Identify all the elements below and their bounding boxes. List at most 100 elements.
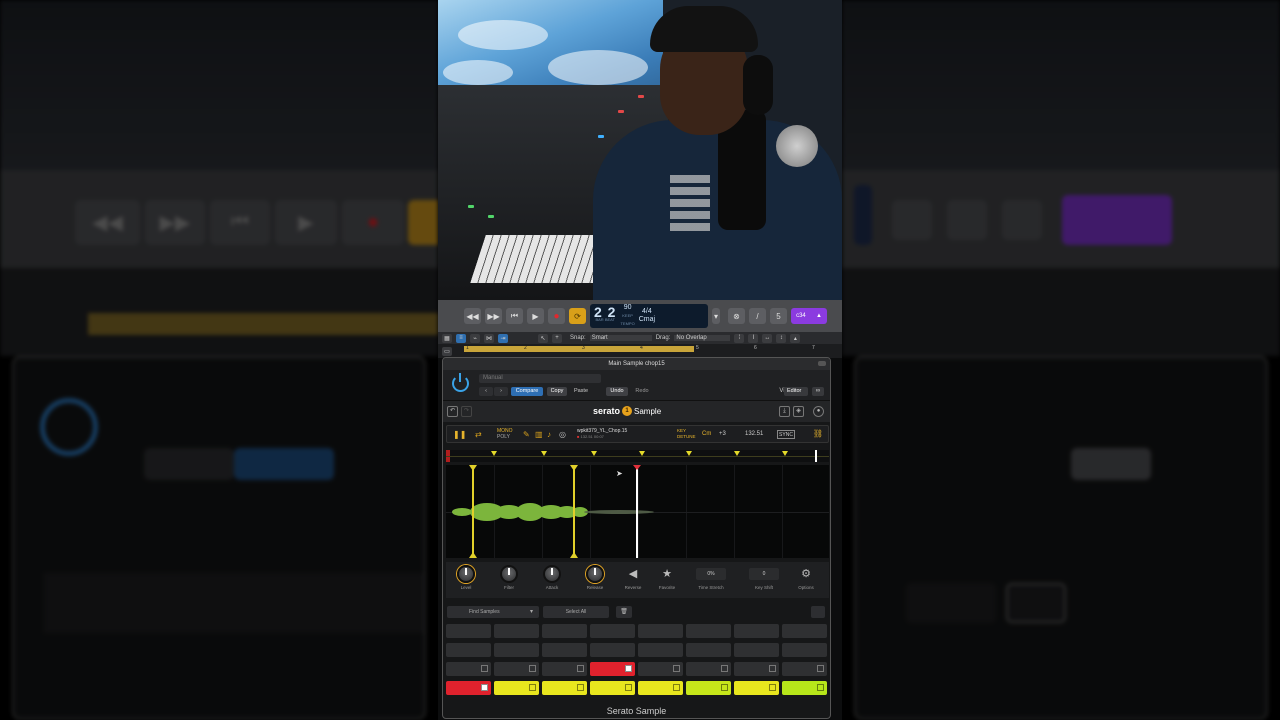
link-chain-icon[interactable]: ⛓ [813, 429, 823, 438]
tuner-icon[interactable]: ⊗ [728, 308, 745, 324]
filter-knob[interactable] [500, 565, 518, 583]
link-icon[interactable]: ∞ [812, 387, 824, 396]
redo-sample-icon[interactable]: ↷ [461, 406, 472, 417]
copy-button[interactable]: Copy [547, 387, 567, 396]
track-header-icon[interactable]: ▭ [442, 347, 452, 356]
go-to-start-icon[interactable]: ⏮ [506, 308, 523, 324]
resize-icon[interactable]: ↕ [776, 333, 787, 343]
shield-icon[interactable]: ◈ [793, 406, 804, 417]
pause-icon[interactable]: ❚❚ [453, 430, 466, 439]
pad[interactable] [734, 662, 779, 676]
cycle-region[interactable] [464, 346, 694, 352]
time-stretch-value[interactable]: 0% [696, 568, 726, 580]
select-all-button[interactable]: Select All [543, 606, 609, 618]
metronome-button[interactable]: c34 ▲ [791, 308, 827, 324]
drum-icon[interactable]: ◎ [559, 430, 566, 439]
preset-dropdown[interactable]: Manual [479, 374, 601, 383]
automation-icon[interactable]: ⌁ [470, 333, 480, 343]
flex-icon[interactable]: ⋈ [484, 333, 494, 343]
pencil-tool-icon[interactable]: ✎ [523, 430, 530, 439]
timeline-ruler[interactable]: ▭ 1 2 3 4 5 6 7 [438, 344, 842, 358]
record-icon[interactable]: ● [548, 308, 565, 324]
undo-button[interactable]: Undo [606, 387, 628, 396]
pad[interactable] [686, 643, 731, 657]
export-icon[interactable]: ⤓ [779, 406, 790, 417]
pad[interactable] [494, 624, 539, 638]
redo-button[interactable]: Redo [631, 387, 653, 396]
previous-preset-icon[interactable]: ‹ [479, 387, 493, 396]
pad[interactable] [638, 662, 683, 676]
cue-pad-3[interactable] [542, 681, 587, 695]
pointer-tool-icon[interactable]: ↖ [538, 333, 548, 343]
waveform-overview[interactable] [446, 450, 829, 462]
guitar-icon[interactable]: ♪ [547, 430, 551, 439]
pad[interactable] [638, 624, 683, 638]
user-account-icon[interactable]: ● [813, 406, 824, 417]
pad[interactable] [686, 662, 731, 676]
lcd-dropdown-icon[interactable]: ▾ [712, 308, 720, 324]
voice-mode-toggle[interactable]: MONO POLY [497, 428, 513, 440]
filter-control[interactable]: Filter [489, 565, 529, 590]
drag-dropdown[interactable]: No Overlap [674, 335, 731, 341]
pad[interactable] [590, 624, 635, 638]
pad[interactable] [734, 643, 779, 657]
pads-icon[interactable]: ▥ [535, 430, 543, 439]
snap-dropdown[interactable]: Smart [589, 335, 652, 341]
cue-point-1[interactable] [472, 465, 474, 558]
catch-icon[interactable]: ⇥ [498, 333, 508, 343]
waveform-zoom-icon[interactable]: ⁞ [734, 333, 745, 343]
pad[interactable] [686, 624, 731, 638]
key-value[interactable]: Cm [702, 431, 711, 437]
chevron-down-icon[interactable]: ▾ [530, 608, 533, 615]
bpm-value[interactable]: 132.51 [745, 431, 763, 437]
cue-pad-6[interactable] [686, 681, 731, 695]
cue-pad-1[interactable] [446, 681, 491, 695]
cue-pad-8[interactable] [782, 681, 827, 695]
horizontal-zoom-icon[interactable]: ↔ [762, 333, 773, 343]
key-shift-stepper[interactable]: 0 [749, 568, 779, 580]
pad[interactable] [782, 662, 827, 676]
pad[interactable] [638, 643, 683, 657]
cycle-loop-icon[interactable]: ⟳ [569, 308, 586, 324]
grid-icon[interactable]: ▦ [442, 333, 452, 343]
cue-pad-5[interactable] [638, 681, 683, 695]
expand-icon[interactable] [811, 606, 825, 618]
attack-control[interactable]: Attack [532, 565, 572, 590]
playback-mode-icon[interactable]: ⇄ [475, 430, 482, 439]
attack-knob[interactable] [543, 565, 561, 583]
find-samples-button[interactable]: Find Samples [447, 606, 539, 618]
favorite-control[interactable]: ★ Favorite [647, 565, 687, 590]
pad[interactable] [446, 624, 491, 638]
list-icon[interactable]: ≡ [456, 333, 466, 343]
options-control[interactable]: ⚙ Options [786, 565, 826, 590]
cue-pad-7[interactable] [734, 681, 779, 695]
play-icon[interactable]: ▶ [527, 308, 544, 324]
pad[interactable] [590, 643, 635, 657]
star-icon[interactable]: ★ [647, 565, 687, 583]
view-dropdown[interactable]: Editor [784, 387, 808, 396]
cue-pad-2[interactable] [494, 681, 539, 695]
count-in-icon[interactable]: 5 [770, 308, 787, 324]
cue-pad-4[interactable] [590, 681, 635, 695]
fast-forward-icon[interactable]: ▶▶ [485, 308, 502, 324]
gear-icon[interactable]: ⚙ [786, 565, 826, 583]
pad[interactable] [494, 662, 539, 676]
secondary-tool-icon[interactable]: + [552, 333, 562, 343]
pad-active[interactable] [590, 662, 635, 676]
release-knob[interactable] [586, 565, 604, 583]
rewind-icon[interactable]: ◀◀ [464, 308, 481, 324]
key-shift-value[interactable]: +3 [719, 431, 726, 437]
time-stretch-control[interactable]: 0% Time Stretch [691, 565, 731, 590]
pencil-icon[interactable]: / [749, 308, 766, 324]
compare-button[interactable]: Compare [511, 387, 543, 396]
pad[interactable] [542, 662, 587, 676]
pad[interactable] [542, 624, 587, 638]
pad[interactable] [494, 643, 539, 657]
playhead[interactable] [636, 465, 638, 558]
next-preset-icon[interactable]: › [494, 387, 508, 396]
key-shift-control[interactable]: 0 Key Shift [744, 565, 784, 590]
cue-point-2[interactable] [573, 465, 575, 558]
trash-icon[interactable]: 🗑 [616, 606, 632, 618]
level-control[interactable]: Level [446, 565, 486, 590]
pad[interactable] [782, 643, 827, 657]
